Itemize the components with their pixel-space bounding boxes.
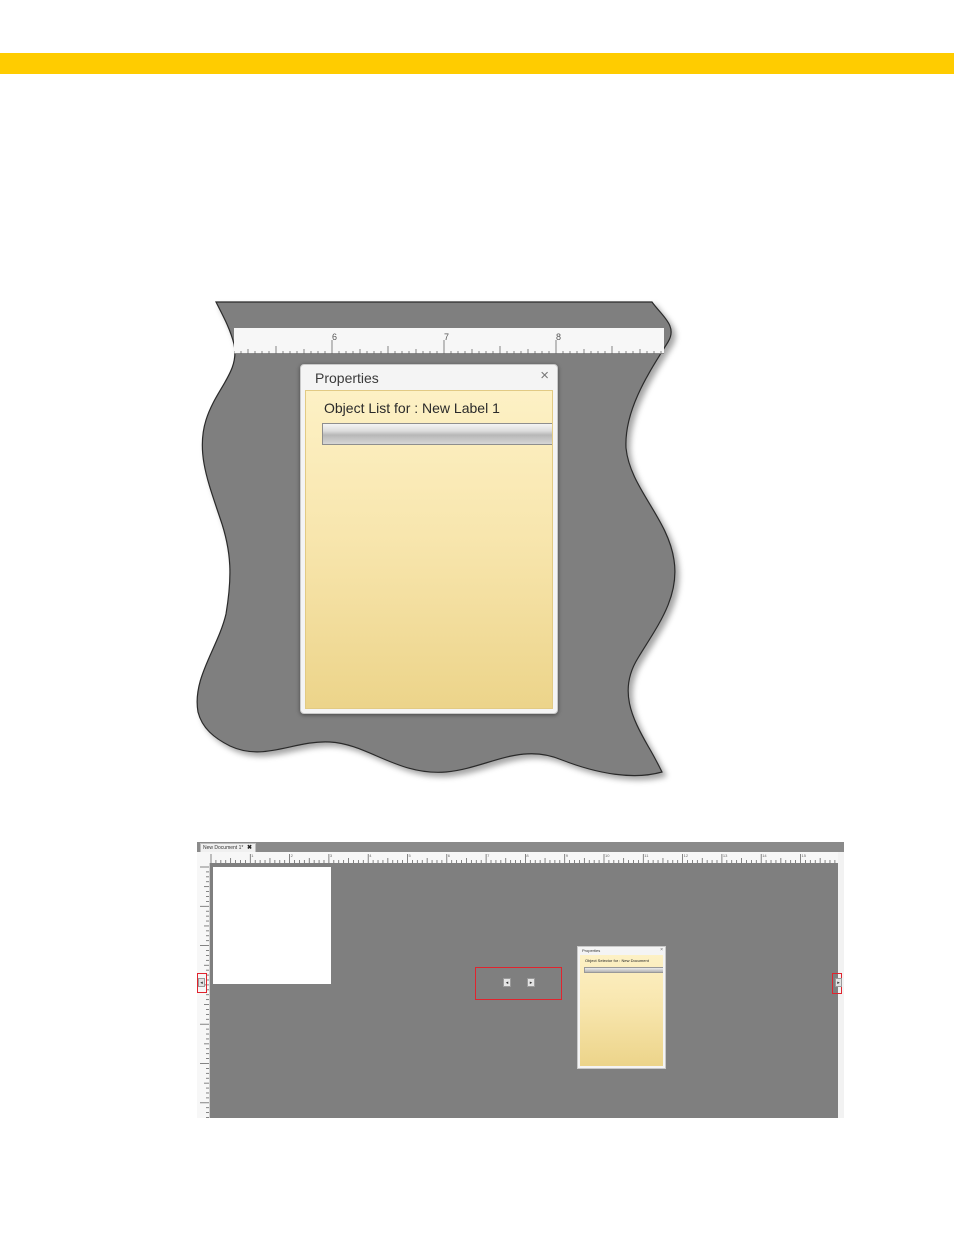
object-list-dropdown[interactable] [322,423,552,445]
ruler-label: 14 [762,853,767,858]
next-label-button[interactable]: ▸ [527,978,535,987]
ruler-label-8: 8 [556,332,561,342]
horizontal-ruler-zoomed: 6 7 8 [234,328,664,354]
ruler-label: 12 [684,853,689,858]
properties-panel-title: Properties [315,370,379,386]
object-selector-dropdown[interactable] [584,967,663,973]
properties-panel-small-body: Object Selector for : New Document [580,955,663,1066]
expand-right-button[interactable]: ▸ [835,978,842,987]
ruler-label-6: 6 [332,332,337,342]
ruler-label: 13 [723,853,728,858]
horizontal-ruler: 1 2 3 4 5 6 7 8 9 10 11 12 13 14 15 [197,852,840,863]
header-banner [0,53,954,74]
properties-panel-small[interactable]: Properties × Object Selector for : New D… [577,946,666,1069]
label-design-canvas[interactable] [213,867,331,984]
properties-panel[interactable]: Properties × Object List for : New Label… [300,364,558,714]
properties-panel-body: Object List for : New Label 1 [305,390,553,709]
document-tab-label: New Document 1* [203,845,244,851]
ruler-label: 10 [605,853,610,858]
properties-panel-small-title: Properties [582,948,601,953]
document-tab[interactable]: New Document 1* ✖ [200,843,256,852]
close-icon[interactable]: × [540,367,549,384]
object-list-label: Object List for : New Label 1 [324,400,500,416]
zoomed-properties-illustration: 6 7 8 Properties × Object List for : New… [190,298,700,788]
callout-navigation-buttons [475,967,562,1000]
expand-left-button[interactable]: ◂ [198,978,205,987]
application-screenshot: New Document 1* ✖ 1 2 3 4 5 6 7 8 9 10 11 12 13 14 15 … [197,842,844,1118]
document-tab-strip: New Document 1* ✖ [197,842,844,852]
ruler-label-7: 7 [444,332,449,342]
object-selector-label: Object Selector for : New Document [585,958,649,963]
previous-label-button[interactable]: ◂ [503,978,511,987]
close-icon[interactable]: × [660,947,663,953]
ruler-label: 15 [802,853,807,858]
